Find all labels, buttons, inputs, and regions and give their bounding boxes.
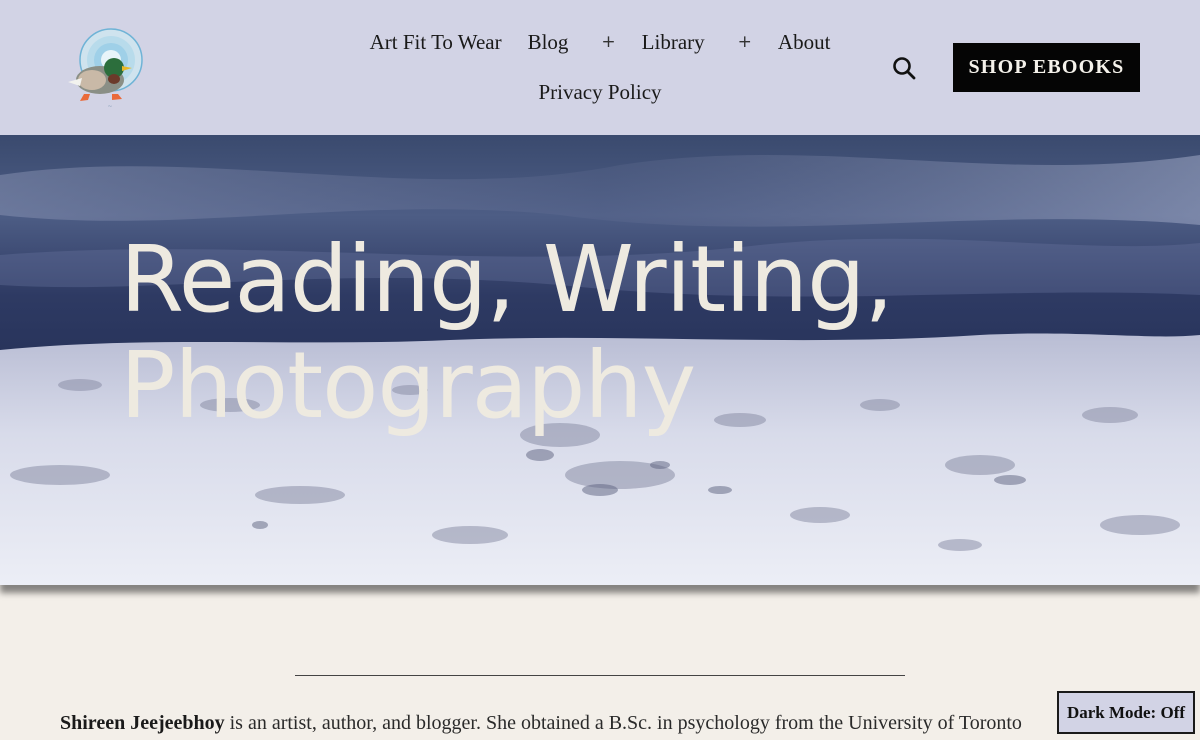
hero-banner: Reading, Writing, Photography: [0, 135, 1200, 585]
expand-plus-icon[interactable]: +: [738, 32, 752, 52]
nav-item-about[interactable]: About: [778, 30, 831, 55]
hero-title-line-1: Reading, Writing,: [120, 226, 894, 333]
bio-text: is an artist, author, and blogger. She o…: [224, 712, 1022, 734]
site-header: ~ Art Fit To Wear Blog + Library + About…: [0, 0, 1200, 135]
nav-item-blog[interactable]: Blog +: [528, 30, 616, 55]
nav-item-label: Privacy Policy: [538, 79, 662, 104]
svg-text:~: ~: [107, 103, 112, 110]
section-divider: [295, 675, 905, 676]
nav-item-label: Art Fit To Wear: [369, 29, 502, 54]
shop-ebooks-button[interactable]: SHOP EBOOKS: [953, 43, 1140, 92]
search-icon[interactable]: [891, 55, 917, 81]
nav-item-art-fit-to-wear[interactable]: Art Fit To Wear: [370, 30, 502, 55]
nav-row-secondary: Privacy Policy: [360, 72, 840, 112]
nav-item-library[interactable]: Library +: [642, 30, 752, 55]
hero-title: Reading, Writing, Photography: [120, 226, 894, 439]
hero-title-line-2: Photography: [120, 332, 696, 439]
main-nav: Art Fit To Wear Blog + Library + About P…: [360, 22, 840, 122]
nav-row-primary: Art Fit To Wear Blog + Library + About: [360, 22, 840, 62]
nav-item-label: Blog: [527, 29, 569, 54]
author-name: Shireen Jeejeebhoy: [60, 712, 225, 734]
bio-paragraph: Shireen Jeejeebhoy is an artist, author,…: [60, 710, 1060, 740]
expand-plus-icon[interactable]: +: [601, 32, 615, 52]
dark-mode-toggle[interactable]: Dark Mode: Off: [1057, 691, 1195, 734]
nav-item-label: About: [777, 29, 831, 54]
duck-logo-icon[interactable]: ~: [62, 22, 146, 114]
nav-item-label: Library: [641, 29, 705, 54]
nav-item-privacy-policy[interactable]: Privacy Policy: [538, 80, 661, 105]
